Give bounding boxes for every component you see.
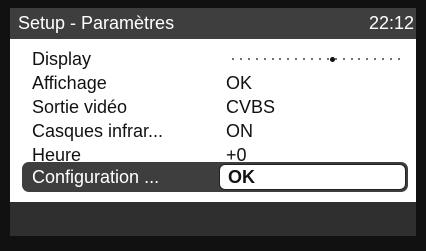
menu-item-label: Casques infrar... <box>32 121 164 141</box>
menu-item-affichage[interactable]: Affichage OK <box>10 71 416 95</box>
menu-item-casques-infrarouges[interactable]: Casques infrar... ON <box>10 119 416 143</box>
slider-tick <box>271 58 274 60</box>
slider-tick <box>318 58 321 60</box>
slider-tick <box>326 58 329 60</box>
menu-item-value: OK <box>226 73 253 93</box>
slider-tick <box>374 58 377 60</box>
slider-tick <box>279 58 282 60</box>
slider-tick <box>247 58 250 60</box>
slider-tick <box>382 58 385 60</box>
slider-tick <box>390 58 393 60</box>
slider-tick <box>334 58 337 60</box>
menu-item-value: ON <box>226 121 253 141</box>
slider-tick <box>311 58 314 60</box>
slider-tick <box>366 58 369 60</box>
selected-value-box[interactable]: OK <box>219 164 406 190</box>
footer-bar <box>10 202 416 236</box>
menu-item-label: Configuration ... <box>32 167 160 187</box>
title-bar: Setup - Paramètres 22:12 <box>10 8 416 39</box>
slider-tick <box>255 58 258 60</box>
menu-item-value: CVBS <box>226 97 276 117</box>
slider-tick <box>398 58 400 60</box>
display-level-slider[interactable] <box>232 57 400 62</box>
slider-tick <box>358 58 361 60</box>
slider-tick <box>295 58 298 60</box>
slider-tick <box>287 58 290 60</box>
menu-item-label: Sortie vidéo <box>32 97 128 117</box>
clock: 22:12 <box>368 13 414 33</box>
slider-tick <box>350 58 353 60</box>
setup-screen: Setup - Paramètres 22:12 Display Afficha… <box>10 8 416 236</box>
selected-value: OK <box>228 167 255 187</box>
menu-item-label: Affichage <box>32 73 107 93</box>
slider-tick <box>342 58 345 60</box>
display-bezel: Setup - Paramètres 22:12 Display Afficha… <box>0 0 426 251</box>
slider-tick <box>232 58 234 60</box>
menu-item-display[interactable]: Display <box>10 47 416 71</box>
slider-tick <box>239 58 242 60</box>
menu-item-sortie-video[interactable]: Sortie vidéo CVBS <box>10 95 416 119</box>
screen-title: Setup - Paramètres <box>18 13 175 33</box>
slider-tick <box>263 58 266 60</box>
menu-item-configuration-selected[interactable]: Configuration ... OK <box>22 162 408 192</box>
slider-knob[interactable] <box>329 57 335 62</box>
slider-tick <box>303 58 306 60</box>
menu-item-label: Display <box>32 49 92 69</box>
